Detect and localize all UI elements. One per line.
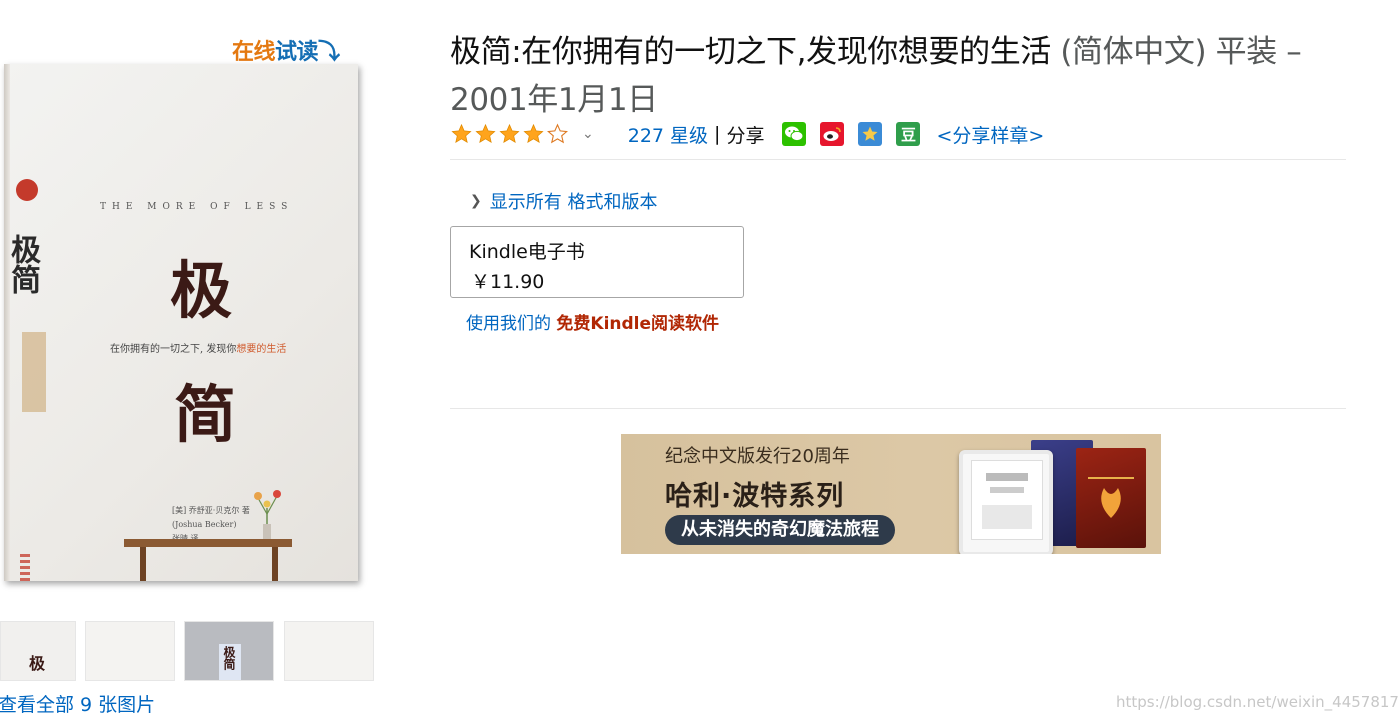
product-page: 在线试读⤵ THE MORE OF LESS 极简 极 在你拥有的一切之下, 发… <box>0 0 1398 723</box>
product-title: 极简:在你拥有的一切之下,发现你想要的生活 (简体中文) 平装 – 2001年1… <box>450 28 1355 124</box>
kindle-format-name: Kindle电子书 <box>469 241 585 263</box>
thumbnail-3-char: 极简 <box>222 646 236 670</box>
thumbnail-3[interactable]: 极简 <box>184 621 274 681</box>
cover-bench-leg-right <box>272 547 278 581</box>
banner-line1: 纪念中文版发行20周年 <box>665 446 850 467</box>
kindle-format-option[interactable]: Kindle电子书 ￥11.90 <box>450 226 744 298</box>
kindle-screen-line <box>986 473 1028 481</box>
cover-vertical-title: 极简 <box>5 234 40 294</box>
star-empty-icon <box>547 123 568 144</box>
show-all-formats-link[interactable]: ❯ 显示所有 格式和版本 <box>470 188 657 214</box>
rating-row: ⌄ 227 星级 | 分享 豆 <分享样章> <box>450 120 1044 148</box>
curved-arrow-icon: ⤵ <box>318 40 340 65</box>
cover-spine <box>4 64 10 581</box>
kindle-device <box>959 450 1053 554</box>
qzone-icon[interactable] <box>858 122 883 146</box>
cover-title-char-2: 简 <box>174 378 237 451</box>
star-full-icon <box>475 123 496 144</box>
product-title-main: 极简:在你拥有的一切之下,发现你想要的生活 <box>450 34 1061 70</box>
show-all-formats-label: 显示所有 格式和版本 <box>489 192 658 213</box>
kindle-screen-line <box>990 487 1024 493</box>
book-cover-red <box>1076 448 1146 548</box>
thumbnail-1-char: 极 <box>29 654 46 673</box>
chevron-down-icon[interactable]: ⌄ <box>582 126 594 142</box>
free-kindle-app-link[interactable]: 免费Kindle阅读软件 <box>556 314 719 334</box>
douban-icon[interactable]: 豆 <box>896 122 921 146</box>
cover-english-subtitle: THE MORE OF LESS <box>100 202 294 212</box>
wechat-icon[interactable] <box>782 122 807 146</box>
phoenix-icon <box>1088 477 1134 518</box>
ratings-count-link[interactable]: 227 星级 <box>628 121 708 148</box>
book-cover-image[interactable]: THE MORE OF LESS 极简 极 在你拥有的一切之下, 发现你想要的生… <box>4 64 358 581</box>
cover-bench <box>124 539 292 547</box>
star-rating[interactable] <box>450 123 570 145</box>
share-label: 分享 <box>726 124 765 147</box>
free-kindle-app: 使用我们的 免费Kindle阅读软件 <box>466 309 719 334</box>
thumbnail-4[interactable] <box>284 621 374 681</box>
thumbnail-2[interactable] <box>85 621 175 681</box>
banner-line2: 哈利·波特系列 <box>665 481 845 512</box>
free-app-prefix: 使用我们的 <box>466 314 557 334</box>
product-title-language: (简体中文) <box>1060 34 1207 70</box>
cover-title-char-1: 极 <box>170 254 233 327</box>
thumbnail-1[interactable]: 极 <box>0 621 76 681</box>
cover-publisher-mark <box>20 554 30 581</box>
cover-vertical-stripe <box>22 332 46 412</box>
chevron-right-icon: ❯ <box>470 193 482 209</box>
divider <box>450 408 1346 409</box>
kindle-screen-illustration <box>982 505 1032 529</box>
divider <box>450 159 1346 160</box>
star-full-icon <box>499 123 520 144</box>
banner-pill: 从未消失的奇幻魔法旅程 <box>665 515 895 545</box>
kindle-format-price: ￥11.90 <box>471 271 545 293</box>
weibo-icon[interactable] <box>820 122 845 146</box>
cover-tagline: 在你拥有的一切之下, 发现你想要的生活 <box>110 340 286 355</box>
cover-tagline-text: 在你拥有的一切之下, 发现你 <box>110 344 237 355</box>
read-online-part1: 在线 <box>232 40 276 65</box>
star-full-icon <box>523 123 544 144</box>
share-sample-link[interactable]: <分享样章> <box>936 121 1044 148</box>
watermark: https://blog.csdn.net/weixin_44578172 <box>1116 693 1398 711</box>
flower-vase-icon <box>254 490 281 540</box>
cover-tagline-highlight: 想要的生活 <box>236 344 287 355</box>
kindle-screen <box>971 460 1043 540</box>
read-online-link[interactable]: 在线试读⤵ <box>232 34 340 66</box>
star-full-icon <box>451 123 472 144</box>
publisher-badge-icon <box>16 179 38 201</box>
read-online-part2: 试读 <box>275 40 319 65</box>
cover-bench-leg-left <box>140 547 146 581</box>
harry-potter-banner[interactable]: 纪念中文版发行20周年 哈利·波特系列 从未消失的奇幻魔法旅程 <box>621 434 1161 554</box>
separator: | <box>714 123 721 145</box>
view-all-images-link[interactable]: 查看全部 9 张图片 <box>0 690 155 717</box>
